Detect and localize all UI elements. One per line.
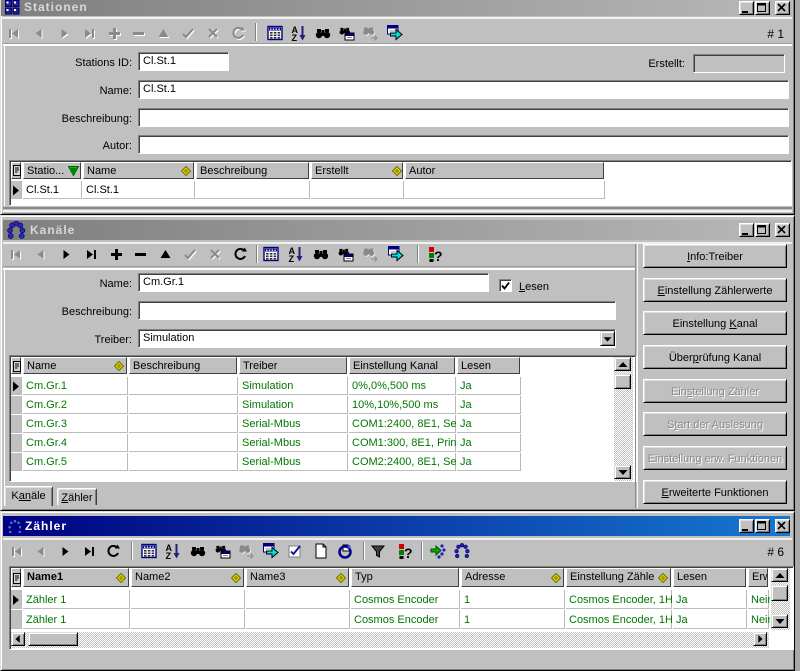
svg-text:Z: Z	[166, 551, 172, 559]
svg-text:Z: Z	[292, 33, 298, 41]
svg-text:?: ?	[434, 248, 442, 262]
svg-text:Z: Z	[289, 254, 295, 262]
svg-text:?: ?	[404, 545, 412, 559]
